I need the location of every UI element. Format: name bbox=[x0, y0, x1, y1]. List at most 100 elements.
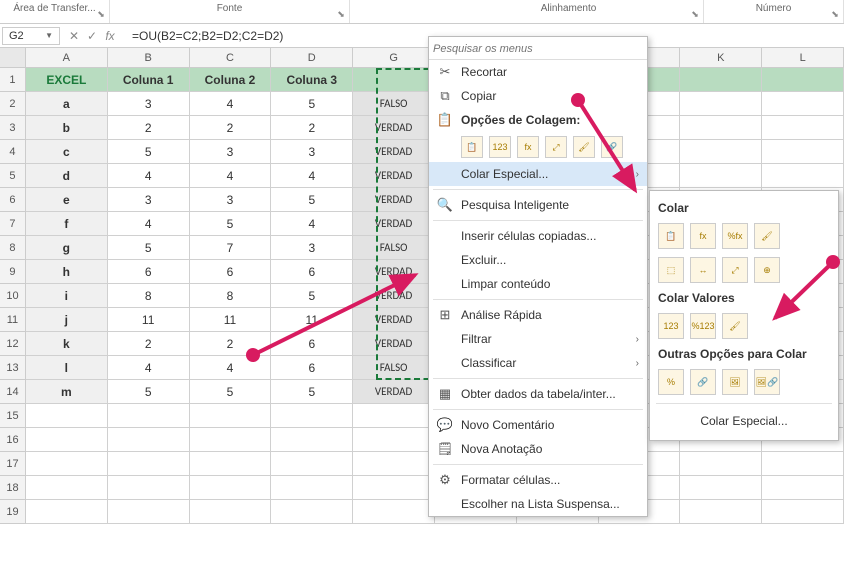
cell[interactable]: 11 bbox=[271, 308, 353, 332]
paste-link-icon[interactable]: 🔗 bbox=[601, 136, 623, 158]
row-header[interactable]: 5 bbox=[0, 164, 26, 188]
row-header[interactable]: 10 bbox=[0, 284, 26, 308]
cell[interactable]: 6 bbox=[271, 332, 353, 356]
cell[interactable]: 4 bbox=[271, 212, 353, 236]
paste-formulas-icon[interactable]: fx bbox=[690, 223, 716, 249]
cell[interactable]: 4 bbox=[108, 212, 190, 236]
cell[interactable]: c bbox=[26, 140, 108, 164]
cell[interactable] bbox=[190, 452, 272, 476]
cell[interactable]: VERDAD bbox=[353, 308, 435, 332]
row-header[interactable]: 19 bbox=[0, 500, 26, 524]
enter-icon[interactable]: ✓ bbox=[84, 29, 100, 43]
row-header[interactable]: 2 bbox=[0, 92, 26, 116]
menu-dropdown-list[interactable]: Escolher na Lista Suspensa... bbox=[429, 492, 647, 516]
menu-insert-cells[interactable]: Inserir células copiadas... bbox=[429, 224, 647, 248]
cell[interactable]: VERDAD bbox=[353, 284, 435, 308]
paste-transpose-icon[interactable]: ⤢ bbox=[722, 257, 748, 283]
paste-keep-src-fmt-icon[interactable]: 🖌 bbox=[754, 223, 780, 249]
cell[interactable]: 5 bbox=[108, 380, 190, 404]
cell[interactable]: 11 bbox=[108, 308, 190, 332]
col-header[interactable]: G bbox=[353, 48, 435, 67]
cell[interactable] bbox=[26, 476, 108, 500]
cell[interactable] bbox=[108, 404, 190, 428]
cell[interactable]: 3 bbox=[190, 188, 272, 212]
select-all-corner[interactable] bbox=[0, 48, 26, 67]
cell[interactable]: e bbox=[26, 188, 108, 212]
cell[interactable] bbox=[680, 164, 762, 188]
paste-no-border-icon[interactable]: ⬚ bbox=[658, 257, 684, 283]
cell[interactable]: m bbox=[26, 380, 108, 404]
cell[interactable]: 5 bbox=[108, 140, 190, 164]
menu-search[interactable] bbox=[429, 37, 647, 60]
cell[interactable]: 5 bbox=[108, 236, 190, 260]
cell[interactable] bbox=[26, 404, 108, 428]
cell[interactable]: j bbox=[26, 308, 108, 332]
dialog-launcher-icon[interactable]: ⬊ bbox=[95, 9, 107, 21]
col-header[interactable]: L bbox=[762, 48, 844, 67]
row-header[interactable]: 9 bbox=[0, 260, 26, 284]
menu-new-comment[interactable]: 💬 Novo Comentário bbox=[429, 413, 647, 437]
cell[interactable]: l bbox=[26, 356, 108, 380]
cell[interactable]: 4 bbox=[108, 356, 190, 380]
menu-clear[interactable]: Limpar conteúdo bbox=[429, 272, 647, 296]
row-header[interactable]: 3 bbox=[0, 116, 26, 140]
cell[interactable] bbox=[680, 140, 762, 164]
paste-formatting-icon[interactable]: 🖌 bbox=[573, 136, 595, 158]
cell[interactable] bbox=[271, 428, 353, 452]
cell[interactable]: 5 bbox=[271, 188, 353, 212]
cell[interactable] bbox=[108, 452, 190, 476]
menu-paste-special[interactable]: Colar Especial... › bbox=[429, 162, 647, 186]
menu-quick-analysis[interactable]: ⊞ Análise Rápida bbox=[429, 303, 647, 327]
menu-delete[interactable]: Excluir... bbox=[429, 248, 647, 272]
cell[interactable] bbox=[762, 92, 844, 116]
cell[interactable] bbox=[762, 476, 844, 500]
cell[interactable] bbox=[108, 500, 190, 524]
cell[interactable]: VERDAD bbox=[353, 164, 435, 188]
cancel-icon[interactable]: ✕ bbox=[66, 29, 82, 43]
menu-sort[interactable]: Classificar › bbox=[429, 351, 647, 375]
cell[interactable]: 3 bbox=[271, 140, 353, 164]
cell[interactable]: g bbox=[26, 236, 108, 260]
cell[interactable]: VERDAD bbox=[353, 380, 435, 404]
cell[interactable] bbox=[762, 116, 844, 140]
cell[interactable]: VERDAD bbox=[353, 188, 435, 212]
dialog-launcher-icon[interactable]: ⬊ bbox=[829, 9, 841, 21]
paste-linked-picture-icon[interactable]: 🖼🔗 bbox=[754, 369, 780, 395]
row-header[interactable]: 13 bbox=[0, 356, 26, 380]
row-header[interactable]: 7 bbox=[0, 212, 26, 236]
cell[interactable] bbox=[108, 476, 190, 500]
cell[interactable]: h bbox=[26, 260, 108, 284]
row-header[interactable]: 17 bbox=[0, 452, 26, 476]
col-header[interactable]: D bbox=[271, 48, 353, 67]
row-header[interactable]: 14 bbox=[0, 380, 26, 404]
col-header[interactable]: A bbox=[26, 48, 108, 67]
cell[interactable]: VERDAD bbox=[353, 140, 435, 164]
paste-values-icon[interactable]: 123 bbox=[489, 136, 511, 158]
cell[interactable]: 6 bbox=[108, 260, 190, 284]
col-header[interactable]: C bbox=[190, 48, 272, 67]
menu-copy[interactable]: ⧉ Copiar bbox=[429, 84, 647, 108]
cell[interactable]: 4 bbox=[190, 164, 272, 188]
cell[interactable] bbox=[353, 476, 435, 500]
cell[interactable]: 2 bbox=[190, 116, 272, 140]
cell[interactable]: 3 bbox=[108, 92, 190, 116]
paste-transpose-icon[interactable]: ⤢ bbox=[545, 136, 567, 158]
cell[interactable]: 5 bbox=[271, 92, 353, 116]
cell[interactable]: b bbox=[26, 116, 108, 140]
cell[interactable]: FALSO bbox=[353, 92, 435, 116]
paste-all-icon[interactable]: 📋 bbox=[461, 136, 483, 158]
paste-link-icon[interactable]: 🔗 bbox=[690, 369, 716, 395]
cell[interactable]: FALSO bbox=[353, 236, 435, 260]
cell[interactable] bbox=[680, 92, 762, 116]
row-header[interactable]: 4 bbox=[0, 140, 26, 164]
cell[interactable]: 4 bbox=[190, 92, 272, 116]
cell[interactable]: 5 bbox=[271, 284, 353, 308]
cell[interactable] bbox=[190, 500, 272, 524]
submenu-paste-special-link[interactable]: Colar Especial... bbox=[656, 408, 832, 434]
cell[interactable]: f bbox=[26, 212, 108, 236]
cell[interactable]: 6 bbox=[271, 260, 353, 284]
cell[interactable] bbox=[762, 68, 844, 92]
col-header[interactable]: B bbox=[108, 48, 190, 67]
cell[interactable] bbox=[271, 476, 353, 500]
cell[interactable] bbox=[26, 500, 108, 524]
